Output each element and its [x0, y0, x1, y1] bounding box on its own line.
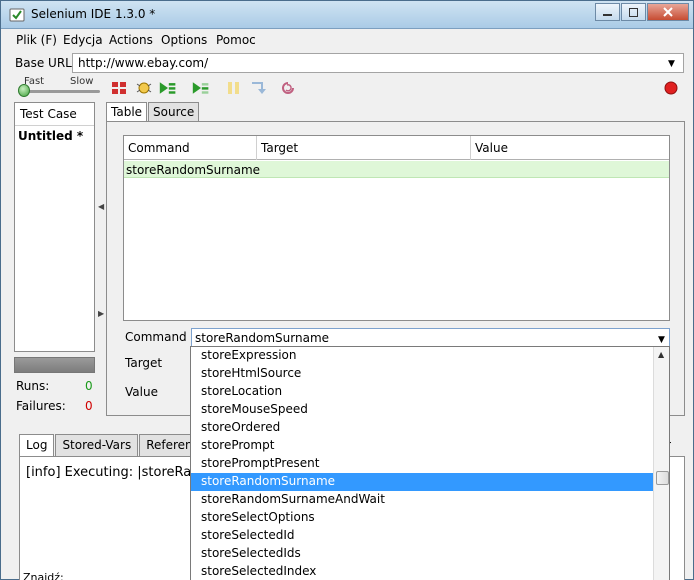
pause-icon[interactable]	[225, 80, 243, 96]
speed-slider-knob[interactable]	[18, 84, 30, 97]
play-all-icon[interactable]	[159, 80, 177, 96]
value-label: Value	[125, 385, 158, 399]
selenium-app-icon	[9, 8, 25, 22]
minimize-button[interactable]	[595, 3, 620, 21]
chevron-right-icon[interactable]: ▶	[98, 309, 104, 318]
runs-value: 0	[85, 379, 93, 393]
test-case-header: Test Case	[15, 103, 94, 126]
col-value[interactable]: Value	[475, 141, 508, 155]
list-item[interactable]: storeSelectedId	[191, 527, 653, 545]
command-table: Command Target Value storeRandomSurname	[123, 135, 670, 321]
log-line: [info] Executing: |storeRan	[26, 465, 200, 480]
toolbar: Fast Slow	[2, 74, 692, 102]
menu-edit[interactable]: Edycja	[63, 33, 103, 47]
walk-icon[interactable]	[135, 80, 153, 96]
menu-bar: Plik (F) Edycja Actions Options Pomoc	[2, 30, 692, 51]
runs-label: Runs:	[16, 379, 50, 393]
tab-table[interactable]: Table	[106, 102, 148, 123]
maximize-icon	[629, 7, 638, 17]
tab-source[interactable]: Source	[148, 102, 200, 122]
list-item[interactable]: storeHtmlSource	[191, 365, 653, 383]
editor-tabs: Table Source	[106, 102, 200, 123]
record-icon[interactable]	[662, 80, 680, 96]
close-icon	[663, 7, 673, 17]
command-autocomplete-list: storeExpression storeHtmlSource storeLoc…	[190, 346, 670, 580]
target-label: Target	[125, 356, 163, 370]
list-item[interactable]: storePrompt	[191, 437, 653, 455]
dropdown-scrollbar[interactable]: ▲	[653, 347, 669, 580]
list-item[interactable]: storeLocation	[191, 383, 653, 401]
base-url-row: Base URL http://www.ebay.com/ ▼	[2, 52, 692, 74]
table-row[interactable]: storeRandomSurname	[124, 161, 669, 178]
list-item[interactable]: storeMouseSpeed	[191, 401, 653, 419]
title-bar[interactable]: Selenium IDE 1.3.0 *	[1, 1, 693, 29]
minimize-icon	[603, 13, 612, 16]
base-url-input[interactable]: http://www.ebay.com/	[72, 53, 684, 73]
col-target[interactable]: Target	[261, 141, 298, 155]
command-input[interactable]: storeRandomSurname	[191, 328, 670, 348]
list-item-selected[interactable]: storeRandomSurname	[191, 473, 653, 491]
list-item[interactable]: storeRandomSurnameAndWait	[191, 491, 653, 509]
failures-label: Failures:	[16, 399, 66, 413]
chevron-down-icon[interactable]: ▼	[668, 59, 675, 69]
menu-options[interactable]: Options	[161, 33, 207, 47]
failures-value: 0	[85, 399, 93, 413]
table-header: Command Target Value	[124, 136, 669, 160]
col-command[interactable]: Command	[128, 141, 190, 155]
list-item[interactable]: storeOrdered	[191, 419, 653, 437]
tab-stored-vars[interactable]: Stored-Vars	[55, 434, 139, 456]
list-item[interactable]: storePromptPresent	[191, 455, 653, 473]
play-suite-icon[interactable]	[111, 80, 129, 96]
list-item[interactable]: storeSelectOptions	[191, 509, 653, 527]
scroll-up-icon[interactable]: ▲	[658, 350, 664, 359]
close-button[interactable]	[647, 3, 689, 21]
row-command: storeRandomSurname	[126, 163, 261, 177]
menu-file[interactable]: Plik (F)	[16, 33, 57, 47]
maximize-button[interactable]	[621, 3, 646, 21]
play-current-icon[interactable]	[192, 80, 210, 96]
chevron-down-icon[interactable]: ▼	[658, 335, 665, 345]
list-item[interactable]: storeSelectedIndex	[191, 563, 653, 580]
speed-slider-track[interactable]	[20, 90, 100, 93]
progress-bar	[14, 357, 95, 373]
pane-splitter[interactable]: ◀ ▶	[98, 102, 104, 414]
rollup-icon[interactable]	[279, 80, 297, 96]
find-label: Znajdź:	[23, 571, 64, 580]
menu-actions[interactable]: Actions	[109, 33, 153, 47]
scrollbar-thumb[interactable]	[656, 471, 669, 485]
list-item[interactable]: storeExpression	[191, 347, 653, 365]
window-title: Selenium IDE 1.3.0 *	[31, 7, 156, 21]
selenium-ide-window: Selenium IDE 1.3.0 * Plik (F) Edycja Act…	[0, 0, 694, 580]
log-tabs: Log Stored-Vars Reference	[19, 434, 215, 456]
test-case-item[interactable]: Untitled *	[15, 126, 94, 146]
step-icon[interactable]	[249, 80, 267, 96]
test-case-pane: Test Case Untitled *	[14, 102, 95, 352]
chevron-left-icon[interactable]: ◀	[98, 202, 104, 211]
speed-slow-label: Slow	[70, 76, 94, 87]
menu-help[interactable]: Pomoc	[216, 33, 256, 47]
tab-log[interactable]: Log	[19, 434, 55, 456]
base-url-label: Base URL	[15, 56, 72, 70]
command-label: Command	[125, 330, 187, 344]
list-item[interactable]: storeSelectedIds	[191, 545, 653, 563]
